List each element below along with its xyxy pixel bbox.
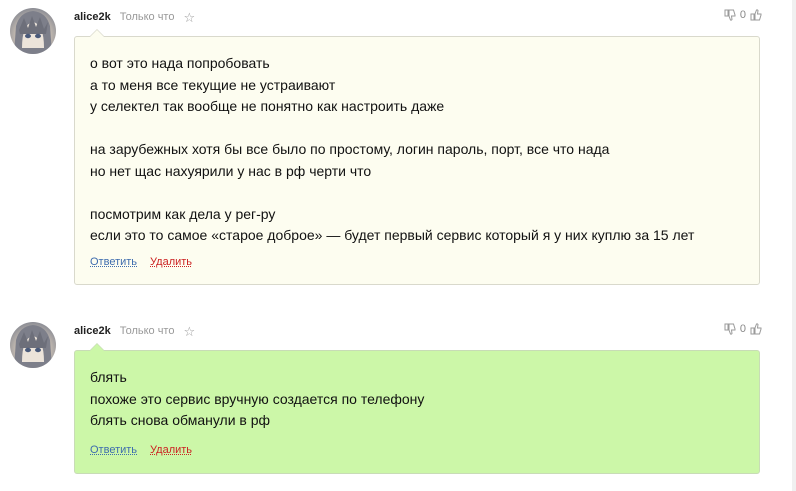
text-line: но нет щас нахуярили у нас в рф черти чт… (90, 162, 372, 179)
text-line: посмотрим как дела у рег-ру (90, 205, 276, 222)
avatar[interactable] (10, 322, 56, 368)
text-line: блять снова обманули в рф (90, 412, 271, 428)
comment-bubble: о вот это нада попробовать а то меня все… (74, 29, 760, 285)
thumbs-down-icon[interactable] (724, 9, 736, 21)
text-line: если это то самое «старое доброе» — буде… (90, 227, 695, 243)
bubble-tail (89, 343, 105, 351)
star-icon[interactable]: ☆ (183, 11, 195, 24)
vote-controls: 0 (724, 323, 762, 335)
text-line: блять (90, 369, 127, 385)
thumbs-up-icon[interactable] (750, 9, 762, 21)
comment-text: о вот это нада попробовать а то меня все… (90, 53, 694, 247)
comment-meta: alice2k Только что ☆ (74, 323, 195, 339)
timestamp[interactable]: Только что (120, 325, 175, 337)
avatar[interactable] (10, 8, 56, 54)
comment-actions: Ответить Удалить (90, 256, 192, 268)
comment-text: блять похоже это сервис вручную создаетс… (90, 367, 424, 432)
text-line (90, 182, 694, 204)
reply-link[interactable]: Ответить (90, 256, 137, 268)
timestamp[interactable]: Только что (120, 11, 175, 23)
text-line: а то меня все текущие не устраивают (90, 76, 336, 93)
thumbs-up-icon[interactable] (750, 323, 762, 335)
author-name[interactable]: alice2k (74, 11, 111, 23)
text-line (90, 118, 694, 140)
comment-meta: alice2k Только что ☆ (74, 9, 195, 25)
delete-link[interactable]: Удалить (150, 444, 192, 456)
comment-bubble-highlighted: блять похоже это сервис вручную создаетс… (74, 343, 760, 474)
comment-actions: Ответить Удалить (90, 444, 192, 456)
text-line: о вот это нада попробовать (90, 55, 270, 71)
scrollbar[interactable] (792, 0, 796, 491)
vote-count: 0 (739, 9, 746, 21)
thumbs-down-icon[interactable] (724, 323, 736, 335)
text-line: похоже это сервис вручную создается по т… (90, 390, 425, 407)
reply-link[interactable]: Ответить (90, 444, 137, 456)
vote-controls: 0 (724, 9, 762, 21)
vote-count: 0 (739, 323, 746, 335)
text-line: у селектел так вообще не понятно как нас… (90, 98, 445, 114)
star-icon[interactable]: ☆ (183, 325, 195, 338)
text-line: на зарубежных хотя бы все было по просто… (90, 141, 610, 157)
bubble-tail (89, 29, 105, 37)
author-name[interactable]: alice2k (74, 325, 111, 337)
delete-link[interactable]: Удалить (150, 256, 192, 268)
